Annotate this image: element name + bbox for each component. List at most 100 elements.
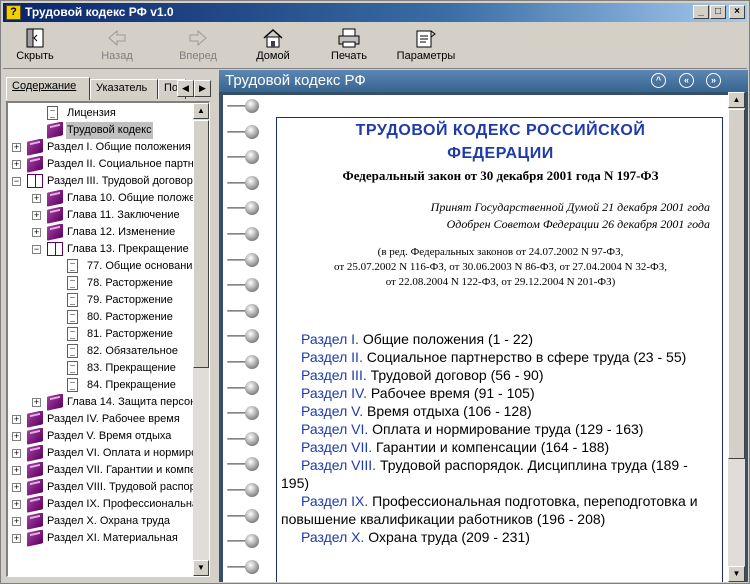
tree-item[interactable]: 79. Расторжение (8, 292, 194, 309)
toc-entry: Раздел III. Трудовой договор (56 - 90) (281, 366, 711, 384)
expand-icon[interactable]: + (12, 534, 21, 543)
toc-link[interactable]: Раздел V. (301, 403, 363, 419)
expand-icon[interactable]: + (12, 449, 21, 458)
expand-icon[interactable]: + (32, 211, 41, 220)
tree-item-label: Раздел XI. Материальная (47, 532, 178, 544)
tree-item[interactable]: Трудовой кодекс (8, 122, 194, 139)
scroll-down-icon[interactable]: ▼ (193, 560, 209, 576)
table-of-contents: Раздел I. Общие положения (1 - 22) Раздел… (281, 330, 711, 546)
tree-item[interactable]: 84. Прекращение (8, 377, 194, 394)
tab-scroll-left-icon[interactable]: ◀ (177, 80, 194, 97)
tree-item[interactable]: + Раздел X. Охрана труда (8, 513, 194, 530)
minimize-button[interactable]: _ (693, 5, 709, 19)
tree-item[interactable]: + Раздел VIII. Трудовой распорядок (8, 479, 194, 496)
book-icon (47, 207, 63, 224)
tree-item[interactable]: + Глава 11. Заключение (8, 207, 194, 224)
tree-item[interactable]: + Глава 12. Изменение (8, 224, 194, 241)
spiral-ring-icon (227, 381, 263, 395)
tree-item[interactable]: + Раздел IV. Рабочее время (8, 411, 194, 428)
expand-icon[interactable]: + (32, 228, 41, 237)
tree-item[interactable]: 78. Расторжение (8, 275, 194, 292)
expand-icon[interactable]: + (12, 415, 21, 424)
tree-item[interactable]: + Раздел IX. Профессиональная (8, 496, 194, 513)
expand-icon[interactable]: + (32, 194, 41, 203)
content-scroll-down-icon[interactable]: ▼ (728, 566, 745, 582)
print-button[interactable]: Печать (325, 27, 373, 67)
tree-item[interactable]: + Раздел XI. Материальная (8, 530, 194, 547)
forward-button[interactable]: Вперед (173, 27, 223, 67)
expand-icon[interactable]: + (12, 143, 21, 152)
expand-icon[interactable]: + (12, 432, 21, 441)
up-icon[interactable]: ^ (651, 73, 666, 88)
collapse-icon[interactable]: − (32, 245, 41, 254)
tree-item[interactable]: + Раздел I. Общие положения (8, 139, 194, 156)
next-icon[interactable]: » (706, 73, 721, 88)
tree-item[interactable]: + Раздел VI. Оплата и нормирование (8, 445, 194, 462)
forward-arrow-icon (186, 27, 210, 49)
spiral-ring-icon (227, 457, 263, 471)
scroll-up-icon[interactable]: ▲ (193, 103, 209, 119)
hide-button[interactable]: Скрыть (13, 27, 57, 67)
tab-scroll-right-icon[interactable]: ▶ (194, 80, 211, 97)
home-button[interactable]: Домой (251, 27, 295, 67)
tree-item[interactable]: + Раздел VII. Гарантии и компенсации (8, 462, 194, 479)
tree-item[interactable]: 81. Расторжение (8, 326, 194, 343)
toc-link[interactable]: Раздел IV. (301, 385, 367, 401)
book-icon (27, 496, 43, 513)
maximize-button[interactable]: □ (710, 5, 726, 19)
contents-tree: Лицензия Трудовой кодекс + Раздел I. Общие … (6, 101, 210, 577)
spiral-ring-icon (227, 227, 263, 241)
help-app-icon: ? (6, 5, 21, 20)
tree-item-label: Глава 13. Прекращение (67, 243, 189, 255)
tab-index[interactable]: Указатель (90, 79, 158, 99)
toc-link[interactable]: Раздел VI. (301, 421, 368, 437)
open-book-icon (47, 242, 63, 256)
tree-item[interactable]: + Раздел II. Социальное партнерство (8, 156, 194, 173)
tree-item-label: Раздел VIII. Трудовой распорядок (47, 481, 194, 493)
tree-item[interactable]: + Глава 14. Защита персональных (8, 394, 194, 411)
tree-item[interactable]: + Раздел V. Время отдыха (8, 428, 194, 445)
page-icon (67, 259, 78, 273)
expand-icon[interactable]: + (12, 500, 21, 509)
toc-link[interactable]: Раздел X. (301, 529, 364, 545)
expand-icon[interactable]: + (32, 398, 41, 407)
toc-link[interactable]: Раздел VIII. (301, 457, 376, 473)
amendments-line1: (в ред. Федеральных законов от 24.07.200… (377, 246, 624, 258)
title-bar[interactable]: ? Трудовой кодекс РФ v1.0 _ □ × (3, 3, 747, 22)
options-button[interactable]: Параметры (393, 27, 459, 67)
tree-item[interactable]: + Глава 10. Общие положения (8, 190, 194, 207)
toc-link[interactable]: Раздел IX. (301, 493, 368, 509)
content-scroll-up-icon[interactable]: ▲ (728, 92, 745, 108)
tab-contents[interactable]: Содержание (6, 77, 90, 100)
expand-icon[interactable]: + (12, 466, 21, 475)
tree-item[interactable]: 82. Обязательное (8, 343, 194, 360)
previous-icon[interactable]: « (679, 73, 694, 88)
content-scroll-thumb[interactable] (728, 109, 745, 459)
tree-item[interactable]: − Глава 13. Прекращение (8, 241, 194, 258)
tree-item[interactable]: 83. Прекращение (8, 360, 194, 377)
tree-item[interactable]: − Раздел III. Трудовой договор (8, 173, 194, 190)
spiral-ring-icon (227, 509, 263, 523)
tree-scrollbar[interactable]: ▲ ▼ (193, 103, 209, 576)
scroll-thumb[interactable] (193, 120, 209, 368)
expand-icon[interactable]: + (12, 517, 21, 526)
expand-icon[interactable]: + (12, 160, 21, 169)
tree-item[interactable]: 77. Общие основания (8, 258, 194, 275)
back-button[interactable]: Назад (95, 27, 139, 67)
tree-item[interactable]: Лицензия (8, 105, 194, 122)
expand-icon[interactable]: + (12, 483, 21, 492)
toc-entry: Раздел VIII. Трудовой распорядок. Дисцип… (281, 456, 711, 492)
tree-item[interactable]: 80. Расторжение (8, 309, 194, 326)
toc-link[interactable]: Раздел III. (301, 367, 367, 383)
collapse-icon[interactable]: − (12, 177, 21, 186)
book-icon (47, 394, 63, 411)
tree-item-label: Раздел I. Общие положения (47, 141, 191, 153)
toc-link[interactable]: Раздел I. (301, 331, 359, 347)
content-scrollbar[interactable]: ▲ ▼ (728, 92, 745, 582)
toc-link[interactable]: Раздел II. (301, 349, 363, 365)
close-button[interactable]: × (729, 5, 745, 19)
book-icon (27, 479, 43, 496)
toc-text: Рабочее время (91 - 105) (367, 385, 535, 401)
toc-link[interactable]: Раздел VII. (301, 439, 372, 455)
page-icon (67, 310, 78, 324)
